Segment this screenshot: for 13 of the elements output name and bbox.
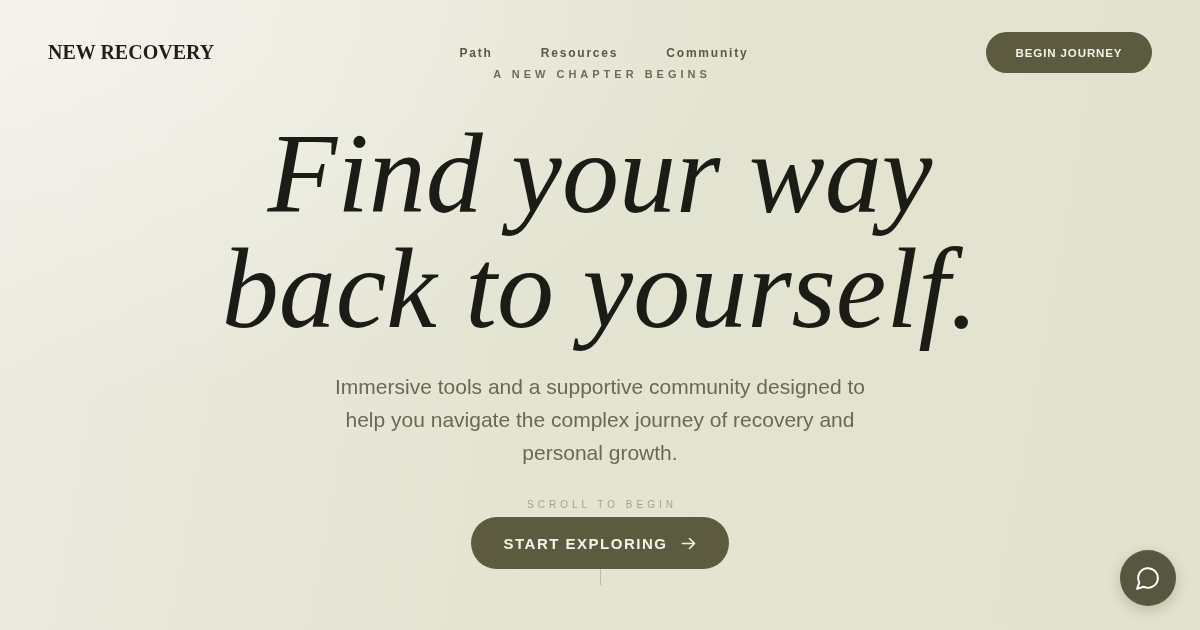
nav-link[interactable]: Resources: [540, 45, 619, 60]
start-exploring-button[interactable]: START EXPLORING: [471, 517, 729, 569]
nav-link[interactable]: Path: [459, 45, 493, 60]
begin-journey-button[interactable]: BEGIN JOURNEY: [986, 32, 1152, 73]
chat-button[interactable]: [1120, 550, 1176, 606]
arrow-right-icon: [681, 535, 697, 551]
hero-headline: Find your way back to yourself.: [220, 110, 980, 354]
scroll-hint: SCROLL TO BEGIN: [526, 499, 677, 511]
eyebrow-text: A NEW CHAPTER BEGINS: [492, 68, 711, 81]
nav-link[interactable]: Community: [666, 45, 749, 60]
site-logo[interactable]: NEW RECOVERY: [48, 41, 215, 64]
speech-bubble-icon: [1136, 566, 1160, 590]
hero-subtitle: Immersive tools and a supportive community designed to help you navigate the complex journey of recovery and personal growth.: [334, 374, 866, 466]
